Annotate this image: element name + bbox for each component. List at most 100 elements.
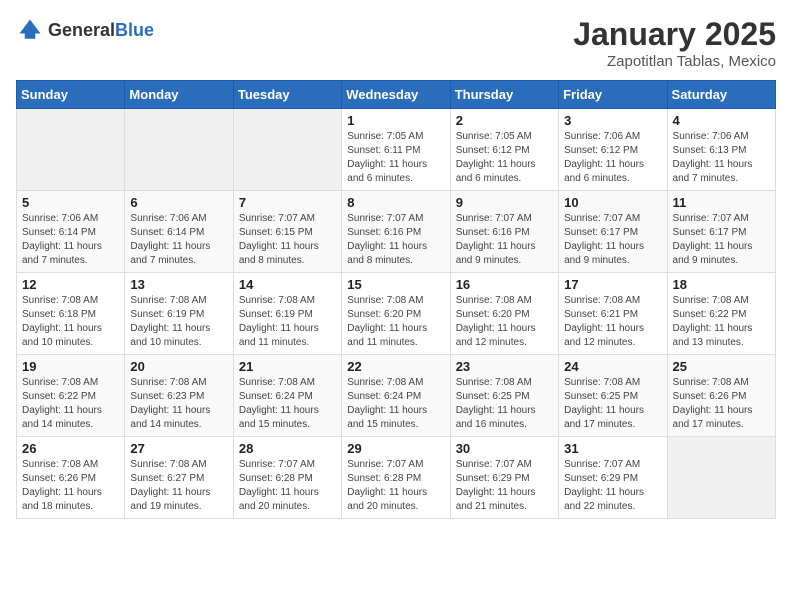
title-block: January 2025 Zapotitlan Tablas, Mexico — [573, 16, 776, 70]
logo-icon — [16, 16, 44, 44]
day-number: 2 — [456, 113, 553, 128]
day-number: 26 — [22, 441, 119, 456]
day-number: 31 — [564, 441, 661, 456]
day-info: Sunrise: 7:08 AM Sunset: 6:26 PM Dayligh… — [22, 458, 119, 514]
day-info: Sunrise: 7:06 AM Sunset: 6:13 PM Dayligh… — [673, 130, 770, 186]
day-cell: 6Sunrise: 7:06 AM Sunset: 6:14 PM Daylig… — [125, 191, 233, 273]
day-info: Sunrise: 7:08 AM Sunset: 6:19 PM Dayligh… — [239, 294, 336, 350]
logo-general-text: General — [48, 20, 115, 40]
day-number: 22 — [347, 359, 444, 374]
day-info: Sunrise: 7:06 AM Sunset: 6:14 PM Dayligh… — [22, 212, 119, 268]
day-number: 17 — [564, 277, 661, 292]
day-cell: 8 Sunrise: 7:07 AM Sunset: 6:16 PM Daylig… — [342, 191, 450, 273]
day-number: 27 — [130, 441, 227, 456]
day-info: Sunrise: 7:06 AM Sunset: 6:12 PM Dayligh… — [564, 130, 661, 186]
day-number: 24 — [564, 359, 661, 374]
day-number: 7 — [239, 195, 336, 210]
day-info: Sunrise: 7:05 AM Sunset: 6:12 PM Dayligh… — [456, 130, 553, 186]
day-number: 16 — [456, 277, 553, 292]
day-number: 8 — [347, 195, 444, 210]
day-info: Sunrise: 7:08 AM Sunset: 6:21 PM Dayligh… — [564, 294, 661, 350]
day-number: 4 — [673, 113, 770, 128]
day-number: 19 — [22, 359, 119, 374]
logo-blue-text: Blue — [115, 20, 154, 40]
day-info: Sunrise: 7:08 AM Sunset: 6:20 PM Dayligh… — [456, 294, 553, 350]
day-number: 28 — [239, 441, 336, 456]
day-cell: 31Sunrise: 7:07 AM Sunset: 6:29 PM Dayli… — [559, 437, 667, 519]
header-cell-wednesday: Wednesday — [342, 81, 450, 109]
day-info: Sunrise: 7:08 AM Sunset: 6:24 PM Dayligh… — [239, 376, 336, 432]
header-cell-tuesday: Tuesday — [233, 81, 341, 109]
day-number: 5 — [22, 195, 119, 210]
day-cell: 20Sunrise: 7:08 AM Sunset: 6:23 PM Dayli… — [125, 355, 233, 437]
day-info: Sunrise: 7:08 AM Sunset: 6:20 PM Dayligh… — [347, 294, 444, 350]
day-info: Sunrise: 7:08 AM Sunset: 6:24 PM Dayligh… — [347, 376, 444, 432]
day-cell: 12Sunrise: 7:08 AM Sunset: 6:18 PM Dayli… — [17, 273, 125, 355]
day-info: Sunrise: 7:07 AM Sunset: 6:15 PM Dayligh… — [239, 212, 336, 268]
day-number: 10 — [564, 195, 661, 210]
day-cell: 10 Sunrise: 7:07 AM Sunset: 6:17 PM Dayli… — [559, 191, 667, 273]
day-cell: 26 Sunrise: 7:08 AM Sunset: 6:26 PM Dayli… — [17, 437, 125, 519]
day-info: Sunrise: 7:08 AM Sunset: 6:23 PM Dayligh… — [130, 376, 227, 432]
day-cell: 1Sunrise: 7:05 AM Sunset: 6:11 PM Daylig… — [342, 109, 450, 191]
calendar-table: SundayMondayTuesdayWednesdayThursdayFrid… — [16, 80, 776, 519]
day-cell: 4 Sunrise: 7:06 AM Sunset: 6:13 PM Daylig… — [667, 109, 775, 191]
calendar-header: SundayMondayTuesdayWednesdayThursdayFrid… — [17, 81, 776, 109]
day-info: Sunrise: 7:07 AM Sunset: 6:16 PM Dayligh… — [347, 212, 444, 268]
week-row-1: 1Sunrise: 7:05 AM Sunset: 6:11 PM Daylig… — [17, 109, 776, 191]
day-number: 25 — [673, 359, 770, 374]
day-info: Sunrise: 7:08 AM Sunset: 6:22 PM Dayligh… — [673, 294, 770, 350]
day-number: 3 — [564, 113, 661, 128]
day-info: Sunrise: 7:07 AM Sunset: 6:17 PM Dayligh… — [564, 212, 661, 268]
day-cell: 9Sunrise: 7:07 AM Sunset: 6:16 PM Daylig… — [450, 191, 558, 273]
day-cell: 18 Sunrise: 7:08 AM Sunset: 6:22 PM Dayli… — [667, 273, 775, 355]
day-info: Sunrise: 7:08 AM Sunset: 6:25 PM Dayligh… — [564, 376, 661, 432]
day-cell: 5 Sunrise: 7:06 AM Sunset: 6:14 PM Daylig… — [17, 191, 125, 273]
day-number: 13 — [130, 277, 227, 292]
day-cell: 25Sunrise: 7:08 AM Sunset: 6:26 PM Dayli… — [667, 355, 775, 437]
day-info: Sunrise: 7:08 AM Sunset: 6:19 PM Dayligh… — [130, 294, 227, 350]
day-info: Sunrise: 7:08 AM Sunset: 6:25 PM Dayligh… — [456, 376, 553, 432]
day-number: 29 — [347, 441, 444, 456]
day-number: 9 — [456, 195, 553, 210]
day-number: 18 — [673, 277, 770, 292]
day-cell: 22 Sunrise: 7:08 AM Sunset: 6:24 PM Dayli… — [342, 355, 450, 437]
page-header: GeneralBlue January 2025 Zapotitlan Tabl… — [16, 16, 776, 70]
week-row-5: 26 Sunrise: 7:08 AM Sunset: 6:26 PM Dayli… — [17, 437, 776, 519]
location-title: Zapotitlan Tablas, Mexico — [573, 53, 776, 70]
day-cell: 19 Sunrise: 7:08 AM Sunset: 6:22 PM Dayli… — [17, 355, 125, 437]
day-cell: 24 Sunrise: 7:08 AM Sunset: 6:25 PM Dayli… — [559, 355, 667, 437]
day-info: Sunrise: 7:07 AM Sunset: 6:28 PM Dayligh… — [347, 458, 444, 514]
day-cell: 21 Sunrise: 7:08 AM Sunset: 6:24 PM Dayli… — [233, 355, 341, 437]
day-cell — [667, 437, 775, 519]
day-number: 23 — [456, 359, 553, 374]
header-cell-monday: Monday — [125, 81, 233, 109]
day-number: 21 — [239, 359, 336, 374]
day-cell — [125, 109, 233, 191]
day-info: Sunrise: 7:08 AM Sunset: 6:22 PM Dayligh… — [22, 376, 119, 432]
calendar-body: 1Sunrise: 7:05 AM Sunset: 6:11 PM Daylig… — [17, 109, 776, 519]
day-number: 6 — [130, 195, 227, 210]
header-cell-thursday: Thursday — [450, 81, 558, 109]
logo: GeneralBlue — [16, 16, 154, 44]
day-number: 12 — [22, 277, 119, 292]
day-info: Sunrise: 7:08 AM Sunset: 6:27 PM Dayligh… — [130, 458, 227, 514]
header-cell-sunday: Sunday — [17, 81, 125, 109]
day-cell — [233, 109, 341, 191]
day-cell: 15Sunrise: 7:08 AM Sunset: 6:20 PM Dayli… — [342, 273, 450, 355]
day-cell: 29 Sunrise: 7:07 AM Sunset: 6:28 PM Dayli… — [342, 437, 450, 519]
day-info: Sunrise: 7:07 AM Sunset: 6:28 PM Dayligh… — [239, 458, 336, 514]
day-info: Sunrise: 7:07 AM Sunset: 6:17 PM Dayligh… — [673, 212, 770, 268]
day-cell: 3 Sunrise: 7:06 AM Sunset: 6:12 PM Daylig… — [559, 109, 667, 191]
day-cell: 13 Sunrise: 7:08 AM Sunset: 6:19 PM Dayli… — [125, 273, 233, 355]
day-info: Sunrise: 7:05 AM Sunset: 6:11 PM Dayligh… — [347, 130, 444, 186]
week-row-4: 19 Sunrise: 7:08 AM Sunset: 6:22 PM Dayli… — [17, 355, 776, 437]
week-row-3: 12Sunrise: 7:08 AM Sunset: 6:18 PM Dayli… — [17, 273, 776, 355]
day-number: 11 — [673, 195, 770, 210]
day-cell: 16 Sunrise: 7:08 AM Sunset: 6:20 PM Dayli… — [450, 273, 558, 355]
day-cell: 27 Sunrise: 7:08 AM Sunset: 6:27 PM Dayli… — [125, 437, 233, 519]
day-cell: 23 Sunrise: 7:08 AM Sunset: 6:25 PM Dayli… — [450, 355, 558, 437]
day-cell: 7 Sunrise: 7:07 AM Sunset: 6:15 PM Daylig… — [233, 191, 341, 273]
day-cell: 30Sunrise: 7:07 AM Sunset: 6:29 PM Dayli… — [450, 437, 558, 519]
day-number: 14 — [239, 277, 336, 292]
